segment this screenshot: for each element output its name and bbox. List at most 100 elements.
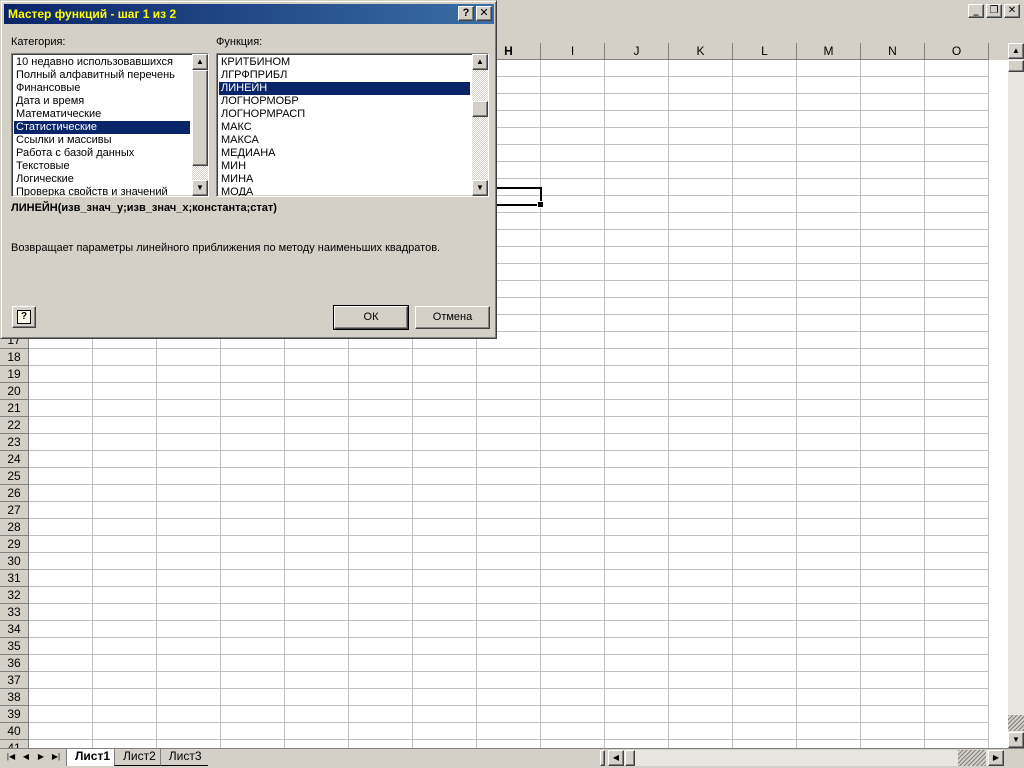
- cell[interactable]: [797, 383, 861, 400]
- cell[interactable]: [669, 451, 733, 468]
- cell[interactable]: [669, 332, 733, 349]
- cell[interactable]: [541, 519, 605, 536]
- cell[interactable]: [157, 655, 221, 672]
- scroll-down-arrow-icon[interactable]: ▼: [1008, 732, 1024, 748]
- cell[interactable]: [29, 723, 93, 740]
- cell[interactable]: [797, 434, 861, 451]
- cell[interactable]: [925, 332, 989, 349]
- cell[interactable]: [29, 417, 93, 434]
- cell[interactable]: [733, 264, 797, 281]
- category-item[interactable]: 10 недавно использовавшихся: [14, 56, 190, 69]
- cell[interactable]: [541, 672, 605, 689]
- category-scrollbar[interactable]: ▲ ▼: [192, 54, 208, 196]
- cell[interactable]: [733, 281, 797, 298]
- cell[interactable]: [925, 468, 989, 485]
- function-listbox[interactable]: КРИТБИНОМ ЛГРФПРИБЛ ЛИНЕЙН ЛОГНОРМОБР ЛОГНОР…: [216, 53, 489, 197]
- cell[interactable]: [669, 740, 733, 748]
- cell[interactable]: [285, 553, 349, 570]
- row-header[interactable]: 24: [0, 451, 29, 468]
- cell[interactable]: [861, 468, 925, 485]
- sheet-tab-1[interactable]: Лист1: [66, 749, 117, 766]
- cell[interactable]: [29, 740, 93, 748]
- cell[interactable]: [861, 383, 925, 400]
- cell[interactable]: [285, 655, 349, 672]
- cell[interactable]: [925, 315, 989, 332]
- cell[interactable]: [797, 247, 861, 264]
- cell[interactable]: [797, 94, 861, 111]
- cell[interactable]: [413, 400, 477, 417]
- cell[interactable]: [925, 128, 989, 145]
- cell[interactable]: [797, 230, 861, 247]
- cell[interactable]: [861, 553, 925, 570]
- cell[interactable]: [605, 672, 669, 689]
- cell[interactable]: [29, 604, 93, 621]
- cell[interactable]: [93, 672, 157, 689]
- column-header[interactable]: K: [669, 43, 733, 60]
- cell[interactable]: [285, 349, 349, 366]
- cell[interactable]: [157, 621, 221, 638]
- cell[interactable]: [29, 366, 93, 383]
- cell[interactable]: [861, 604, 925, 621]
- function-item[interactable]: ЛИНЕЙН: [219, 82, 470, 95]
- cell[interactable]: [93, 689, 157, 706]
- cell[interactable]: [349, 604, 413, 621]
- cell[interactable]: [861, 264, 925, 281]
- cell[interactable]: [925, 145, 989, 162]
- cell[interactable]: [541, 332, 605, 349]
- category-scroll-down-arrow-icon[interactable]: ▼: [192, 180, 208, 196]
- row-header[interactable]: 29: [0, 536, 29, 553]
- cell[interactable]: [605, 264, 669, 281]
- cell[interactable]: [605, 451, 669, 468]
- cell[interactable]: [157, 672, 221, 689]
- cell[interactable]: [605, 621, 669, 638]
- category-item[interactable]: Математические: [14, 108, 190, 121]
- cell[interactable]: [797, 128, 861, 145]
- cell[interactable]: [541, 689, 605, 706]
- cell[interactable]: [861, 213, 925, 230]
- cell[interactable]: [605, 740, 669, 748]
- cell[interactable]: [861, 706, 925, 723]
- cell[interactable]: [733, 196, 797, 213]
- cell[interactable]: [541, 485, 605, 502]
- cell[interactable]: [477, 587, 541, 604]
- cell[interactable]: [605, 604, 669, 621]
- cell[interactable]: [29, 570, 93, 587]
- cell[interactable]: [285, 468, 349, 485]
- cell[interactable]: [157, 349, 221, 366]
- cell[interactable]: [605, 77, 669, 94]
- cell[interactable]: [541, 94, 605, 111]
- cell[interactable]: [861, 672, 925, 689]
- cell[interactable]: [669, 77, 733, 94]
- horizontal-scroll-thumb[interactable]: [625, 750, 635, 766]
- cell[interactable]: [93, 723, 157, 740]
- cell[interactable]: [477, 400, 541, 417]
- cell[interactable]: [93, 468, 157, 485]
- function-item[interactable]: МАКС: [219, 121, 470, 134]
- cell[interactable]: [733, 400, 797, 417]
- cell[interactable]: [157, 570, 221, 587]
- office-assistant-button[interactable]: ?: [12, 306, 36, 328]
- cell[interactable]: [797, 519, 861, 536]
- cell[interactable]: [285, 400, 349, 417]
- cell[interactable]: [669, 60, 733, 77]
- cell[interactable]: [413, 706, 477, 723]
- cell[interactable]: [29, 553, 93, 570]
- cell[interactable]: [349, 485, 413, 502]
- cell[interactable]: [925, 434, 989, 451]
- cell[interactable]: [285, 536, 349, 553]
- cell[interactable]: [861, 451, 925, 468]
- cell[interactable]: [93, 485, 157, 502]
- cell[interactable]: [413, 604, 477, 621]
- cell[interactable]: [413, 553, 477, 570]
- cell[interactable]: [925, 60, 989, 77]
- cell[interactable]: [861, 111, 925, 128]
- cell[interactable]: [477, 740, 541, 748]
- cell[interactable]: [29, 638, 93, 655]
- cell[interactable]: [669, 519, 733, 536]
- cell[interactable]: [733, 434, 797, 451]
- cell[interactable]: [605, 485, 669, 502]
- cell[interactable]: [29, 536, 93, 553]
- category-item[interactable]: Финансовые: [14, 82, 190, 95]
- cell[interactable]: [93, 621, 157, 638]
- cell[interactable]: [477, 570, 541, 587]
